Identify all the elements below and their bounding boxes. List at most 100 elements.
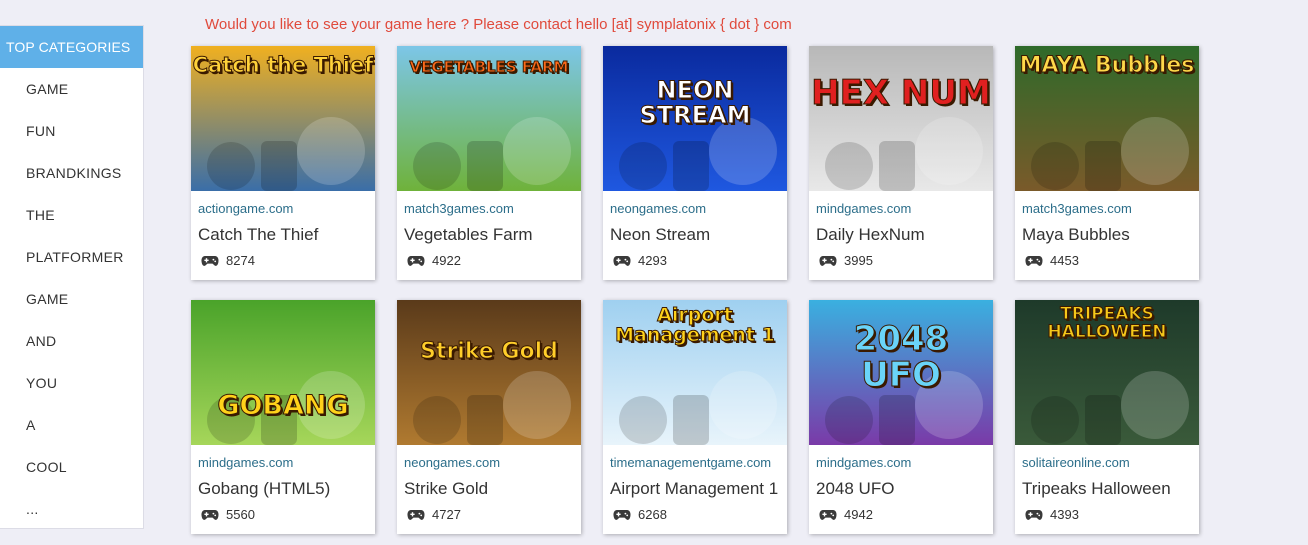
game-thumbnail[interactable]: Airport Management 1 — [603, 300, 787, 445]
game-card-2[interactable]: VEGETABLES FARM match3games.com Vegetabl… — [397, 46, 581, 280]
thumbnail-title: GOBANG — [217, 390, 349, 421]
game-site[interactable]: neongames.com — [404, 455, 581, 470]
gamepad-icon — [1025, 509, 1043, 520]
play-count: 4293 — [610, 253, 787, 268]
card-body: timemanagementgame.com Airport Managemen… — [603, 445, 787, 522]
game-name[interactable]: Strike Gold — [404, 479, 581, 499]
game-thumbnail[interactable]: 2048 UFO — [809, 300, 993, 445]
play-count-value: 4453 — [1050, 253, 1079, 268]
play-count: 4727 — [404, 507, 581, 522]
game-card-9[interactable]: 2048 UFO mindgames.com 2048 UFO 4942 — [809, 300, 993, 534]
play-count-value: 8274 — [226, 253, 255, 268]
game-site[interactable]: mindgames.com — [816, 201, 993, 216]
sidebar-item-the[interactable]: THE — [0, 194, 143, 236]
category-sidebar: TOP CATEGORIES GAME FUN BRANDKINGS THE P… — [0, 25, 144, 529]
game-name[interactable]: Gobang (HTML5) — [198, 479, 375, 499]
game-thumbnail[interactable]: NEON STREAM — [603, 46, 787, 191]
thumbnail-title: MAYA Bubbles — [1019, 53, 1195, 78]
card-body: neongames.com Strike Gold 4727 — [397, 445, 581, 522]
sidebar-item-game[interactable]: GAME — [0, 68, 143, 110]
gamepad-icon — [819, 255, 837, 266]
game-name[interactable]: Tripeaks Halloween — [1022, 479, 1199, 499]
game-card-10[interactable]: TRIPEAKS HALLOWEEN solitaireonline.com T… — [1015, 300, 1199, 534]
category-list: GAME FUN BRANDKINGS THE PLATFORMER GAME … — [0, 68, 143, 530]
game-thumbnail[interactable]: Catch the Thief — [191, 46, 375, 191]
game-name[interactable]: Maya Bubbles — [1022, 225, 1199, 245]
thumbnail-title: TRIPEAKS HALLOWEEN — [1047, 304, 1167, 342]
game-site[interactable]: timemanagementgame.com — [610, 455, 787, 470]
game-site[interactable]: match3games.com — [404, 201, 581, 216]
sidebar-item-platformer[interactable]: PLATFORMER — [0, 236, 143, 278]
thumbnail-title: Strike Gold — [420, 339, 559, 364]
game-name[interactable]: Neon Stream — [610, 225, 787, 245]
game-thumbnail[interactable]: Strike Gold — [397, 300, 581, 445]
game-site[interactable]: mindgames.com — [816, 455, 993, 470]
sidebar-item-you[interactable]: YOU — [0, 362, 143, 404]
card-body: solitaireonline.com Tripeaks Halloween 4… — [1015, 445, 1199, 522]
card-body: actiongame.com Catch The Thief 8274 — [191, 191, 375, 268]
play-count-value: 3995 — [844, 253, 873, 268]
game-name[interactable]: Airport Management 1 — [610, 479, 787, 499]
game-card-5[interactable]: MAYA Bubbles match3games.com Maya Bubble… — [1015, 46, 1199, 280]
play-count-value: 4393 — [1050, 507, 1079, 522]
game-grid: Catch the Thief actiongame.com Catch The… — [191, 46, 1199, 534]
play-count-value: 6268 — [638, 507, 667, 522]
play-count: 4922 — [404, 253, 581, 268]
play-count-value: 5560 — [226, 507, 255, 522]
thumbnail-art — [191, 300, 375, 445]
game-thumbnail[interactable]: VEGETABLES FARM — [397, 46, 581, 191]
game-thumbnail[interactable]: HEX NUM — [809, 46, 993, 191]
thumbnail-title: Airport Management 1 — [615, 304, 776, 346]
game-site[interactable]: actiongame.com — [198, 201, 375, 216]
game-site[interactable]: neongames.com — [610, 201, 787, 216]
game-thumbnail[interactable]: MAYA Bubbles — [1015, 46, 1199, 191]
play-count: 5560 — [198, 507, 375, 522]
gamepad-icon — [613, 509, 631, 520]
gamepad-icon — [407, 509, 425, 520]
game-card-7[interactable]: Strike Gold neongames.com Strike Gold 47… — [397, 300, 581, 534]
game-name[interactable]: 2048 UFO — [816, 479, 993, 499]
thumbnail-title: VEGETABLES FARM — [409, 58, 569, 76]
game-site[interactable]: mindgames.com — [198, 455, 375, 470]
game-card-1[interactable]: Catch the Thief actiongame.com Catch The… — [191, 46, 375, 280]
game-name[interactable]: Daily HexNum — [816, 225, 993, 245]
game-name[interactable]: Vegetables Farm — [404, 225, 581, 245]
thumbnail-title: 2048 UFO — [853, 319, 949, 395]
game-card-6[interactable]: GOBANG mindgames.com Gobang (HTML5) 5560 — [191, 300, 375, 534]
game-card-8[interactable]: Airport Management 1 timemanagementgame.… — [603, 300, 787, 534]
play-count: 4942 — [816, 507, 993, 522]
sidebar-item-brandkings[interactable]: BRANDKINGS — [0, 152, 143, 194]
sidebar-item-and[interactable]: AND — [0, 320, 143, 362]
gamepad-icon — [201, 509, 219, 520]
contact-notice: Would you like to see your game here ? P… — [205, 16, 792, 33]
play-count-value: 4922 — [432, 253, 461, 268]
game-name[interactable]: Catch The Thief — [198, 225, 375, 245]
sidebar-item-game-2[interactable]: GAME — [0, 278, 143, 320]
play-count-value: 4293 — [638, 253, 667, 268]
card-body: match3games.com Maya Bubbles 4453 — [1015, 191, 1199, 268]
play-count-value: 4727 — [432, 507, 461, 522]
game-site[interactable]: match3games.com — [1022, 201, 1199, 216]
sidebar-item-a[interactable]: A — [0, 404, 143, 446]
sidebar-item-cool[interactable]: COOL — [0, 446, 143, 488]
thumbnail-title: HEX NUM — [811, 73, 992, 113]
thumbnail-art — [809, 46, 993, 191]
card-body: neongames.com Neon Stream 4293 — [603, 191, 787, 268]
sidebar-item-more[interactable]: ... — [0, 488, 143, 530]
sidebar-header: TOP CATEGORIES — [0, 26, 143, 68]
play-count: 4393 — [1022, 507, 1199, 522]
gamepad-icon — [819, 509, 837, 520]
gamepad-icon — [613, 255, 631, 266]
card-body: mindgames.com Gobang (HTML5) 5560 — [191, 445, 375, 522]
play-count: 4453 — [1022, 253, 1199, 268]
game-thumbnail[interactable]: GOBANG — [191, 300, 375, 445]
game-site[interactable]: solitaireonline.com — [1022, 455, 1199, 470]
game-thumbnail[interactable]: TRIPEAKS HALLOWEEN — [1015, 300, 1199, 445]
game-card-3[interactable]: NEON STREAM neongames.com Neon Stream 42… — [603, 46, 787, 280]
sidebar-item-fun[interactable]: FUN — [0, 110, 143, 152]
play-count: 6268 — [610, 507, 787, 522]
thumbnail-title: Catch the Thief — [192, 53, 374, 77]
card-body: mindgames.com Daily HexNum 3995 — [809, 191, 993, 268]
game-card-4[interactable]: HEX NUM mindgames.com Daily HexNum 3995 — [809, 46, 993, 280]
card-body: mindgames.com 2048 UFO 4942 — [809, 445, 993, 522]
